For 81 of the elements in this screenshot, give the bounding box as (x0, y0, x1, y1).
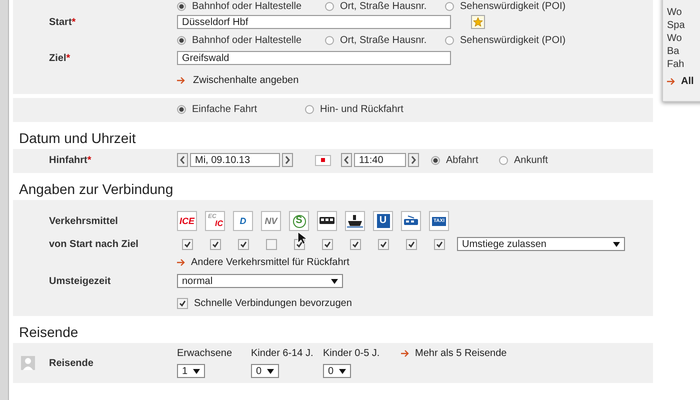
caret-icon (193, 368, 200, 374)
checkbox[interactable] (406, 238, 416, 250)
earlier-time-button[interactable] (341, 153, 352, 167)
traveller-group-label: Erwachsene (177, 348, 232, 359)
previous-day-button[interactable] (177, 153, 188, 167)
arrow-icon (401, 350, 409, 357)
field-label: Ziel* (49, 52, 72, 64)
traveller-group-label: Kinder 6-14 J. (251, 348, 314, 359)
traveller-count-select[interactable]: 1 (177, 364, 205, 378)
next-day-button[interactable] (282, 153, 293, 167)
mouse-pointer-icon (297, 231, 307, 245)
radio-option[interactable]: Sehenswürdigkeit (POI) (445, 34, 585, 46)
checkbox-label: Schnelle Verbindungen bevorzugen (194, 298, 352, 308)
chevron-right-icon (285, 156, 290, 164)
radio-option[interactable]: Ankunft (499, 154, 569, 166)
checkbox[interactable] (238, 238, 248, 250)
radio-option[interactable]: Einfache Fahrt (177, 104, 297, 114)
person-icon (21, 356, 35, 370)
time-field[interactable]: 11:40 (354, 153, 406, 167)
arrow-icon (667, 78, 675, 85)
stopover-link[interactable]: Zwischenhalte angeben (193, 74, 299, 86)
transport-icon[interactable]: NV (261, 211, 281, 231)
more-travellers-link[interactable]: Mehr als 5 Reisende (415, 348, 507, 359)
checkbox[interactable] (266, 238, 276, 250)
caret-icon (267, 368, 274, 374)
arrow-icon (177, 76, 185, 84)
arrow-icon (177, 258, 185, 266)
tram-icon[interactable] (401, 211, 421, 231)
radio-option[interactable]: Bahnhof oder Haltestelle (177, 0, 317, 12)
radio-option[interactable]: Ort, Straße Hausnr. (325, 34, 437, 46)
radio-option[interactable]: Ort, Straße Hausnr. (325, 0, 437, 12)
checkbox[interactable] (350, 238, 360, 250)
return-transport-link[interactable]: Andere Verkehrsmittel für Rückfahrt (191, 256, 350, 268)
favorite-star-button[interactable] (471, 15, 485, 29)
checkbox[interactable] (182, 238, 192, 250)
caret-icon (613, 242, 620, 246)
chevron-left-icon (344, 156, 349, 164)
later-time-button[interactable] (408, 153, 419, 167)
field-label: Hinfahrt* (49, 154, 92, 166)
field-label: Umsteigezeit (49, 276, 112, 286)
transfer-time-select[interactable]: normal (177, 274, 343, 288)
calendar-icon[interactable] (315, 154, 331, 166)
panel-text: Wo (667, 33, 683, 44)
caret-icon (331, 278, 338, 284)
field-label: von Start nach Ziel (49, 238, 140, 250)
panel-text: Wo (667, 7, 683, 18)
panel-link[interactable]: All (681, 76, 694, 87)
caret-icon (339, 368, 346, 374)
panel-text: Ba (667, 46, 680, 57)
checkbox[interactable] (177, 298, 188, 308)
radio-option[interactable]: Bahnhof oder Haltestelle (177, 34, 317, 46)
checkbox[interactable] (210, 238, 220, 250)
radio-option[interactable]: Abfahrt (431, 154, 497, 166)
transport-icon[interactable]: S (289, 211, 309, 231)
traveller-count-select[interactable]: 0 (251, 364, 279, 378)
panel-text: Fah (667, 59, 686, 70)
field-label: Verkehrsmittel (49, 216, 119, 226)
checkbox[interactable] (322, 238, 332, 250)
checkbox[interactable] (434, 238, 444, 250)
checkbox[interactable] (378, 238, 388, 250)
section-heading: Angaben zur Verbindung (19, 181, 174, 197)
section-heading: Datum und Uhrzeit (19, 130, 137, 146)
chevron-right-icon (411, 156, 416, 164)
bus-icon[interactable] (317, 211, 337, 231)
field-label: Reisende (49, 358, 94, 368)
chevron-left-icon (180, 156, 185, 164)
traveller-group-label: Kinder 0-5 J. (323, 348, 380, 359)
field-label: Start* (49, 16, 77, 28)
transport-icon[interactable]: U (373, 211, 393, 231)
destination-field[interactable]: Greifswald (177, 51, 451, 65)
traveller-count-select[interactable]: 0 (323, 364, 351, 378)
radio-option[interactable]: Hin- und Rückfahrt (305, 104, 425, 114)
start-field[interactable]: Düsseldorf Hbf (177, 15, 451, 29)
section-heading: Reisende (19, 324, 80, 340)
panel-text: Spa (667, 20, 686, 31)
transport-icon[interactable]: D (233, 211, 253, 231)
ship-icon[interactable] (345, 211, 365, 231)
changes-select[interactable]: Umstiege zulassen (457, 237, 625, 251)
radio-option[interactable]: Sehenswürdigkeit (POI) (445, 0, 585, 12)
date-field[interactable]: Mi, 09.10.13 (190, 153, 280, 167)
transport-icon[interactable]: ICE (177, 211, 197, 231)
